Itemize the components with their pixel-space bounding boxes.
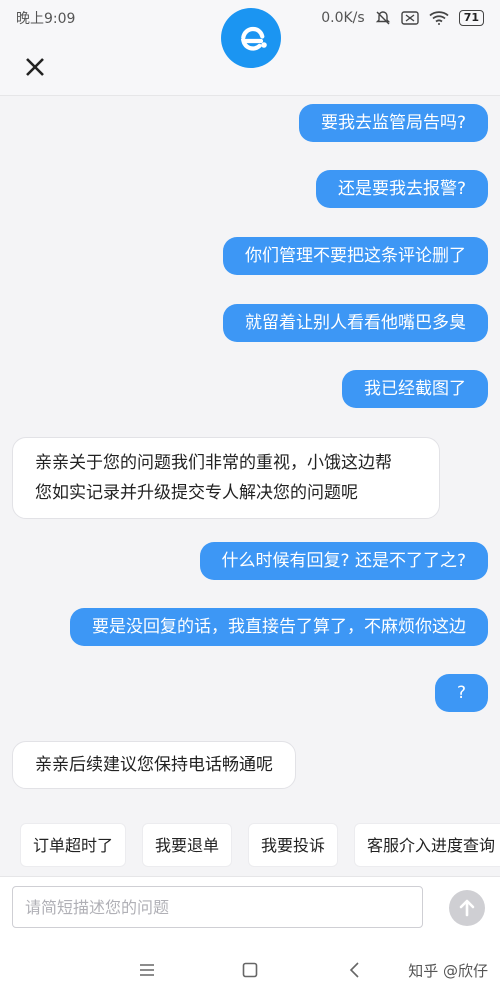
home-square-icon bbox=[242, 962, 258, 978]
user-message: 什么时候有回复? 还是不了了之? bbox=[199, 542, 488, 580]
menu-nav-button[interactable] bbox=[133, 958, 161, 982]
agent-message: 亲亲关于您的问题我们非常的重视，小饿这边帮 您如实记录并升级提交专人解决您的问题… bbox=[12, 437, 440, 519]
close-icon bbox=[26, 58, 44, 76]
quick-reply-progress-query[interactable]: 客服介入进度查询 bbox=[354, 823, 500, 867]
send-button[interactable] bbox=[449, 890, 485, 926]
eleme-logo-icon bbox=[221, 8, 281, 68]
menu-icon bbox=[140, 964, 154, 976]
quick-reply-complaint[interactable]: 我要投诉 bbox=[248, 823, 339, 867]
user-message: 要我去监管局告吗? bbox=[298, 104, 488, 142]
home-nav-button[interactable] bbox=[236, 958, 264, 982]
agent-message: 亲亲后续建议您保持电话畅通呢 bbox=[12, 741, 296, 789]
quick-reply-bar: 订单超时了 我要退单 我要投诉 客服介入进度查询 bbox=[20, 823, 500, 867]
user-message: 你们管理不要把这条评论删了 bbox=[223, 237, 488, 275]
agent-message-line: 您如实记录并升级提交专人解决您的问题呢 bbox=[35, 483, 358, 503]
quick-reply-order-timeout[interactable]: 订单超时了 bbox=[20, 823, 127, 867]
back-chevron-icon bbox=[349, 962, 359, 978]
user-message: 还是要我去报警? bbox=[315, 170, 488, 208]
status-time: 晚上9:09 bbox=[16, 11, 76, 27]
close-button[interactable] bbox=[18, 50, 52, 84]
agent-message-line: 亲亲关于您的问题我们非常的重视，小饿这边帮 bbox=[35, 453, 392, 473]
user-message: ? bbox=[434, 674, 488, 712]
user-message: 就留着让别人看看他嘴巴多臭 bbox=[223, 304, 488, 342]
battery-indicator: 71 bbox=[458, 10, 484, 26]
message-input-bar bbox=[0, 876, 500, 940]
mute-bell-icon bbox=[375, 10, 391, 26]
status-icons: 0.0K/s 71 bbox=[321, 10, 484, 26]
message-input[interactable] bbox=[12, 886, 423, 928]
arrow-up-icon bbox=[459, 899, 475, 917]
wifi-icon bbox=[429, 11, 449, 25]
back-nav-button[interactable] bbox=[340, 958, 368, 982]
network-speed: 0.0K/s bbox=[321, 10, 365, 26]
system-nav-bar: 知乎 @欣仔 bbox=[0, 940, 500, 1000]
watermark: 知乎 @欣仔 bbox=[408, 962, 488, 980]
user-message: 我已经截图了 bbox=[342, 370, 488, 408]
quick-reply-cancel-order[interactable]: 我要退单 bbox=[142, 823, 233, 867]
user-message: 要是没回复的话，我直接告了算了，不麻烦你这边 bbox=[70, 608, 488, 646]
sim-disabled-icon bbox=[400, 11, 419, 25]
